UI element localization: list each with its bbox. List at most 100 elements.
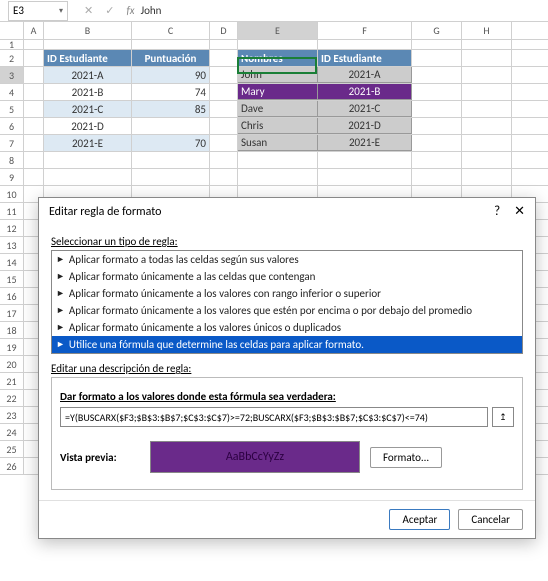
rule-type-item[interactable]: ►Aplicar formato a todas las celdas segú…: [52, 251, 522, 268]
cell[interactable]: 90: [132, 67, 210, 83]
row-header[interactable]: 2: [0, 50, 24, 66]
cell[interactable]: [462, 152, 512, 168]
rule-type-item[interactable]: ►Aplicar formato únicamente a los valore…: [52, 319, 522, 336]
cell[interactable]: 2021-E: [318, 135, 412, 151]
cell[interactable]: [462, 67, 512, 83]
row-header[interactable]: 13: [0, 237, 24, 253]
cell[interactable]: ID Estudiante: [318, 50, 412, 66]
cell[interactable]: [462, 84, 512, 100]
cell[interactable]: [132, 40, 210, 49]
format-button[interactable]: Formato...: [370, 447, 442, 468]
cell[interactable]: Chris: [238, 118, 318, 134]
col-header[interactable]: B: [44, 22, 132, 39]
cell[interactable]: [210, 84, 238, 100]
row-header[interactable]: 14: [0, 254, 24, 270]
rule-type-item[interactable]: ►Utilice una fórmula que determine las c…: [52, 336, 522, 353]
cell[interactable]: [24, 40, 44, 49]
cell[interactable]: [24, 169, 44, 185]
row-header[interactable]: 7: [0, 135, 24, 151]
row-header[interactable]: 17: [0, 305, 24, 321]
cell[interactable]: Mary: [238, 84, 318, 100]
help-icon[interactable]: ?: [494, 204, 500, 219]
cell[interactable]: [210, 50, 238, 66]
cell[interactable]: [412, 152, 462, 168]
row-header[interactable]: 9: [0, 169, 24, 185]
cell[interactable]: [412, 169, 462, 185]
cell[interactable]: 2021-D: [44, 118, 132, 134]
row-header[interactable]: 19: [0, 339, 24, 355]
cell[interactable]: 70: [132, 135, 210, 151]
ok-button[interactable]: Aceptar: [389, 509, 450, 530]
cell[interactable]: [412, 118, 462, 134]
chevron-down-icon[interactable]: ▾: [59, 6, 63, 16]
cell[interactable]: ID Estudiante: [44, 50, 132, 66]
cell[interactable]: [412, 84, 462, 100]
cell[interactable]: [24, 67, 44, 83]
cell[interactable]: [210, 118, 238, 134]
formula-input[interactable]: [60, 407, 488, 427]
cell[interactable]: [24, 135, 44, 151]
cell[interactable]: [238, 40, 318, 49]
cell[interactable]: Dave: [238, 101, 318, 117]
name-box[interactable]: E3▾: [8, 1, 68, 21]
cell[interactable]: [318, 152, 412, 168]
cell[interactable]: [132, 118, 210, 134]
cell[interactable]: [412, 40, 462, 49]
fx-icon[interactable]: fx: [126, 4, 134, 17]
cell[interactable]: Puntuación: [132, 50, 210, 66]
cell[interactable]: 2021-B: [44, 84, 132, 100]
row-header[interactable]: 10: [0, 186, 24, 202]
cell[interactable]: 2021-A: [44, 67, 132, 83]
cell[interactable]: [412, 67, 462, 83]
cell[interactable]: [210, 135, 238, 151]
cell[interactable]: [462, 118, 512, 134]
row-header[interactable]: 16: [0, 288, 24, 304]
cell[interactable]: Susan: [238, 135, 318, 151]
cell[interactable]: 2021-A: [318, 67, 412, 83]
rule-type-item[interactable]: ►Aplicar formato únicamente a los valore…: [52, 285, 522, 302]
col-header[interactable]: F: [318, 22, 412, 39]
col-header[interactable]: C: [132, 22, 210, 39]
row-header[interactable]: 12: [0, 220, 24, 236]
cell[interactable]: [462, 50, 512, 66]
cell[interactable]: [24, 152, 44, 168]
cell[interactable]: [132, 152, 210, 168]
cell[interactable]: [318, 40, 412, 49]
formula-bar[interactable]: John: [135, 4, 548, 17]
cell[interactable]: [44, 152, 132, 168]
row-header[interactable]: 18: [0, 322, 24, 338]
row-header[interactable]: 6: [0, 118, 24, 134]
cell[interactable]: 2021-D: [318, 118, 412, 134]
col-header[interactable]: A: [24, 22, 44, 39]
cell[interactable]: 74: [132, 84, 210, 100]
row-header[interactable]: 15: [0, 271, 24, 287]
rule-type-item[interactable]: ►Aplicar formato únicamente a las celdas…: [52, 268, 522, 285]
row-header[interactable]: 11: [0, 203, 24, 219]
cell[interactable]: [24, 101, 44, 117]
cell[interactable]: [318, 169, 412, 185]
col-header[interactable]: H: [462, 22, 512, 39]
rule-type-item[interactable]: ►Aplicar formato únicamente a los valore…: [52, 302, 522, 319]
select-all[interactable]: [0, 22, 24, 39]
cell[interactable]: [24, 50, 44, 66]
cell[interactable]: [210, 40, 238, 49]
row-header[interactable]: 26: [0, 458, 24, 474]
cell[interactable]: [44, 40, 132, 49]
col-header[interactable]: E: [238, 22, 318, 39]
row-header[interactable]: 23: [0, 407, 24, 423]
rule-type-list[interactable]: ►Aplicar formato a todas las celdas segú…: [51, 250, 523, 354]
cell[interactable]: [462, 40, 512, 49]
cell[interactable]: [462, 135, 512, 151]
cell[interactable]: [210, 169, 238, 185]
row-header[interactable]: 21: [0, 373, 24, 389]
cell[interactable]: 85: [132, 101, 210, 117]
cell[interactable]: [210, 152, 238, 168]
cell[interactable]: [132, 169, 210, 185]
row-header[interactable]: 3: [0, 67, 24, 83]
cell[interactable]: 2021-E: [44, 135, 132, 151]
row-header[interactable]: 25: [0, 441, 24, 457]
row-header[interactable]: 22: [0, 390, 24, 406]
col-header[interactable]: D: [210, 22, 238, 39]
cell[interactable]: John: [238, 67, 318, 83]
cell[interactable]: 2021-B: [318, 84, 412, 100]
